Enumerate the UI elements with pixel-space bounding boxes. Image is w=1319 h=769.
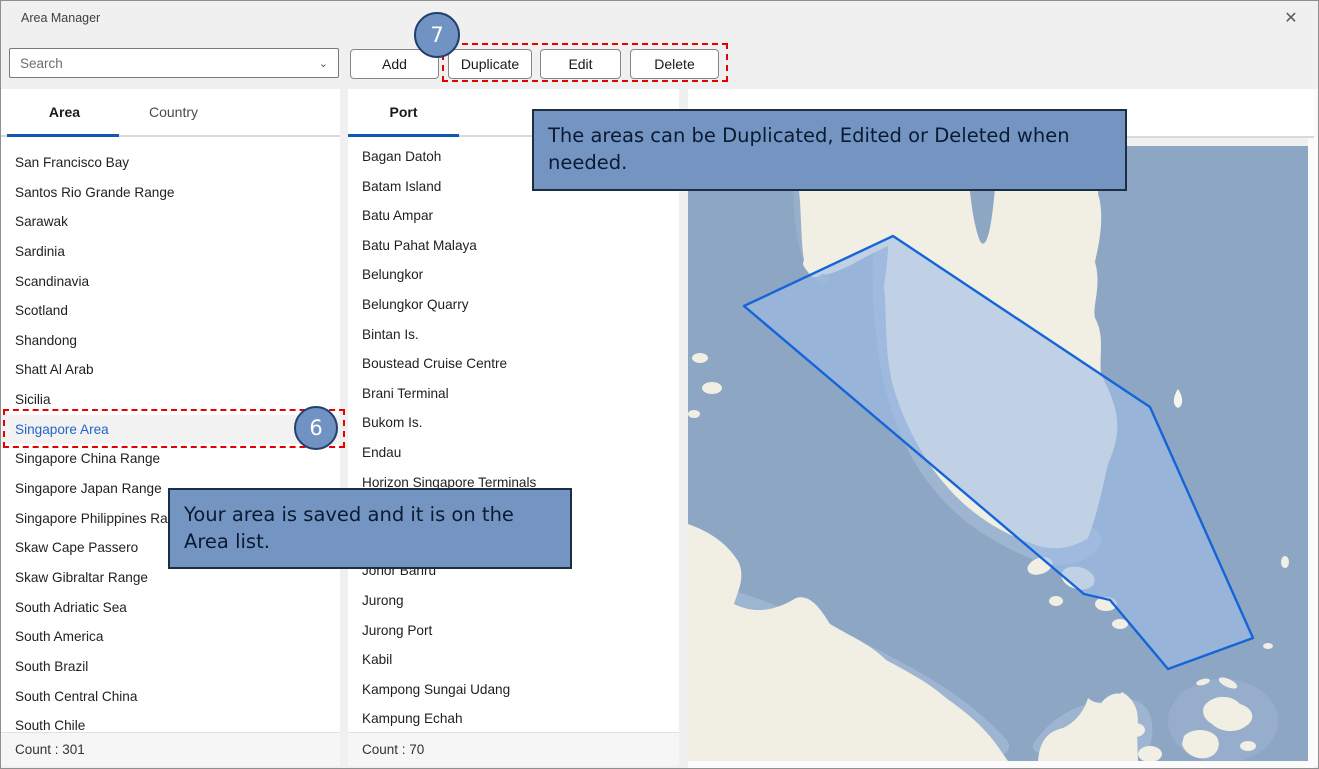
duplicate-button[interactable]: Duplicate <box>448 49 532 79</box>
area-list-item[interactable]: South Brazil <box>1 652 340 682</box>
area-list-item[interactable]: Scandinavia <box>1 267 340 297</box>
chevron-down-icon[interactable]: ⌄ <box>319 57 328 70</box>
tab-country[interactable]: Country <box>128 89 219 135</box>
step-badge-6: 6 <box>294 406 338 450</box>
map-canvas[interactable] <box>688 146 1308 761</box>
port-list-item[interactable]: Bintan Is. <box>348 320 679 350</box>
port-list-item[interactable]: Bukom Is. <box>348 408 679 438</box>
port-list-item[interactable]: Endau <box>348 438 679 468</box>
delete-button[interactable]: Delete <box>630 49 719 79</box>
tooltip-saved: Your area is saved and it is on the Area… <box>168 488 572 569</box>
edit-button[interactable]: Edit <box>540 49 621 79</box>
port-list-item[interactable]: Jurong Port <box>348 616 679 646</box>
port-list-item[interactable]: Kabil <box>348 645 679 675</box>
port-list-item[interactable]: Batu Pahat Malaya <box>348 231 679 261</box>
area-list-item[interactable]: Sardinia <box>1 237 340 267</box>
tab-area[interactable]: Area <box>1 89 128 135</box>
area-panel-tabs: Area Country <box>1 89 340 137</box>
area-list-item[interactable]: Singapore Area <box>1 415 340 445</box>
area-list-item[interactable]: Sarawak <box>1 207 340 237</box>
port-list-item[interactable]: Belungkor <box>348 260 679 290</box>
area-list-item[interactable]: Santos Rio Grande Range <box>1 178 340 208</box>
area-count: Count : 301 <box>1 732 340 766</box>
port-list-item[interactable]: Brani Terminal <box>348 379 679 409</box>
area-list-item[interactable]: Sicilia <box>1 385 340 415</box>
port-list-item[interactable]: Kampong Sungai Udang <box>348 675 679 705</box>
port-list-item[interactable]: Belungkor Quarry <box>348 290 679 320</box>
port-list-item[interactable]: Kampung Echah <box>348 704 679 732</box>
area-list-item[interactable]: South Adriatic Sea <box>1 593 340 623</box>
tooltip-actions: The areas can be Duplicated, Edited or D… <box>532 109 1127 191</box>
map-svg <box>688 146 1308 761</box>
area-list-item[interactable]: South Central China <box>1 682 340 712</box>
area-list-item[interactable]: South Chile <box>1 711 340 732</box>
area-list-item[interactable]: Singapore China Range <box>1 444 340 474</box>
area-panel: Area Country San Francisco BaySantos Rio… <box>1 89 340 766</box>
area-list-item[interactable]: Shandong <box>1 326 340 356</box>
search-combobox[interactable]: ⌄ <box>9 48 339 78</box>
bottom-margin-strip <box>688 761 1314 768</box>
area-list-item[interactable]: Shatt Al Arab <box>1 355 340 385</box>
port-list: Bagan DatohBatam IslandBatu AmparBatu Pa… <box>348 137 679 732</box>
search-input[interactable] <box>20 50 310 76</box>
port-list-item[interactable]: Jurong <box>348 586 679 616</box>
port-list-item[interactable]: Batu Ampar <box>348 201 679 231</box>
step-badge-7: 7 <box>414 12 460 58</box>
area-list-item[interactable]: San Francisco Bay <box>1 148 340 178</box>
window-title: Area Manager <box>21 11 100 25</box>
area-list-item[interactable]: South America <box>1 622 340 652</box>
area-manager-window: Area Manager ✕ ⌄ Add Duplicate Edit Dele… <box>0 0 1319 769</box>
area-list: San Francisco BaySantos Rio Grande Range… <box>1 137 340 732</box>
port-list-item[interactable]: Boustead Cruise Centre <box>348 349 679 379</box>
right-margin-strip <box>1308 89 1318 766</box>
area-list-item[interactable]: Scotland <box>1 296 340 326</box>
close-icon[interactable]: ✕ <box>1278 7 1304 31</box>
tab-port[interactable]: Port <box>348 89 459 135</box>
port-count: Count : 70 <box>348 732 679 766</box>
title-bar: Area Manager ✕ <box>1 1 1318 37</box>
